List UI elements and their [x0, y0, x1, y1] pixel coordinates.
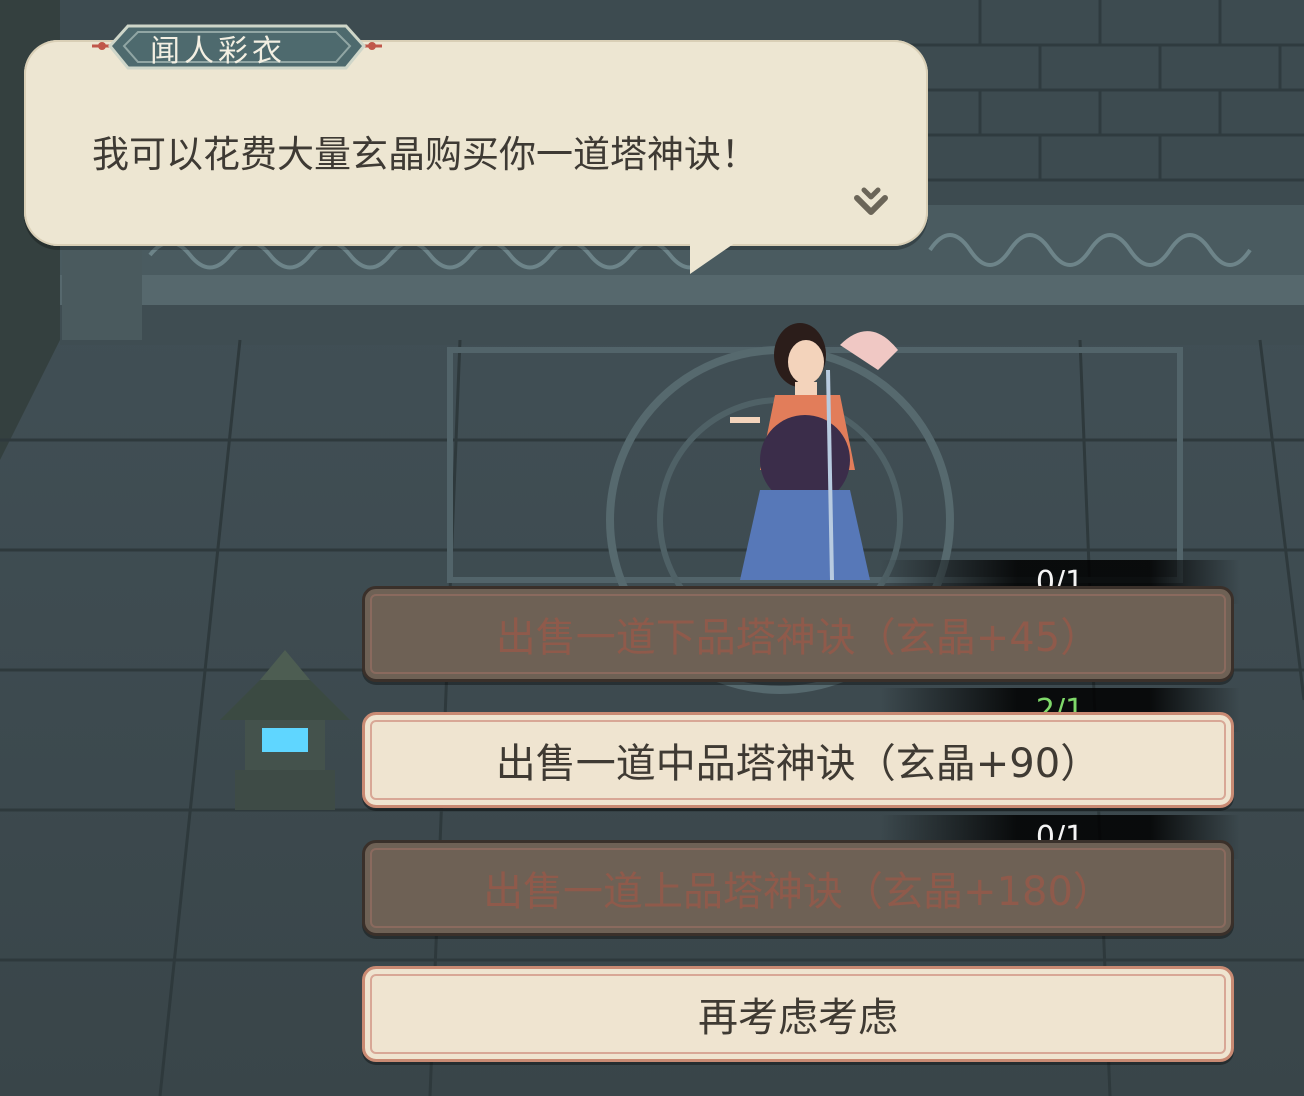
- option-1-label: 出售一道下品塔神诀（玄晶+45）: [495, 615, 1101, 661]
- sell-high-grade-option[interactable]: 出售一道上品塔神诀（玄晶+180）: [362, 840, 1234, 936]
- speaker-name: 闻人彩衣: [150, 34, 286, 69]
- option-4-label: 再考虑考虑: [698, 995, 898, 1041]
- sell-mid-grade-option[interactable]: 出售一道中品塔神诀（玄晶+90）: [362, 712, 1234, 808]
- dialogue-text: 我可以花费大量玄晶购买你一道塔神诀！: [92, 133, 758, 176]
- reconsider-option[interactable]: 再考虑考虑: [362, 966, 1234, 1062]
- sell-low-grade-option[interactable]: 出售一道下品塔神诀（玄晶+45）: [362, 586, 1234, 682]
- down-chevron-continue-icon[interactable]: [852, 184, 890, 224]
- option-2-label: 出售一道中品塔神诀（玄晶+90）: [495, 741, 1101, 787]
- option-3-label: 出售一道上品塔神诀（玄晶+180）: [483, 869, 1113, 915]
- dialogue-tail: [690, 238, 742, 274]
